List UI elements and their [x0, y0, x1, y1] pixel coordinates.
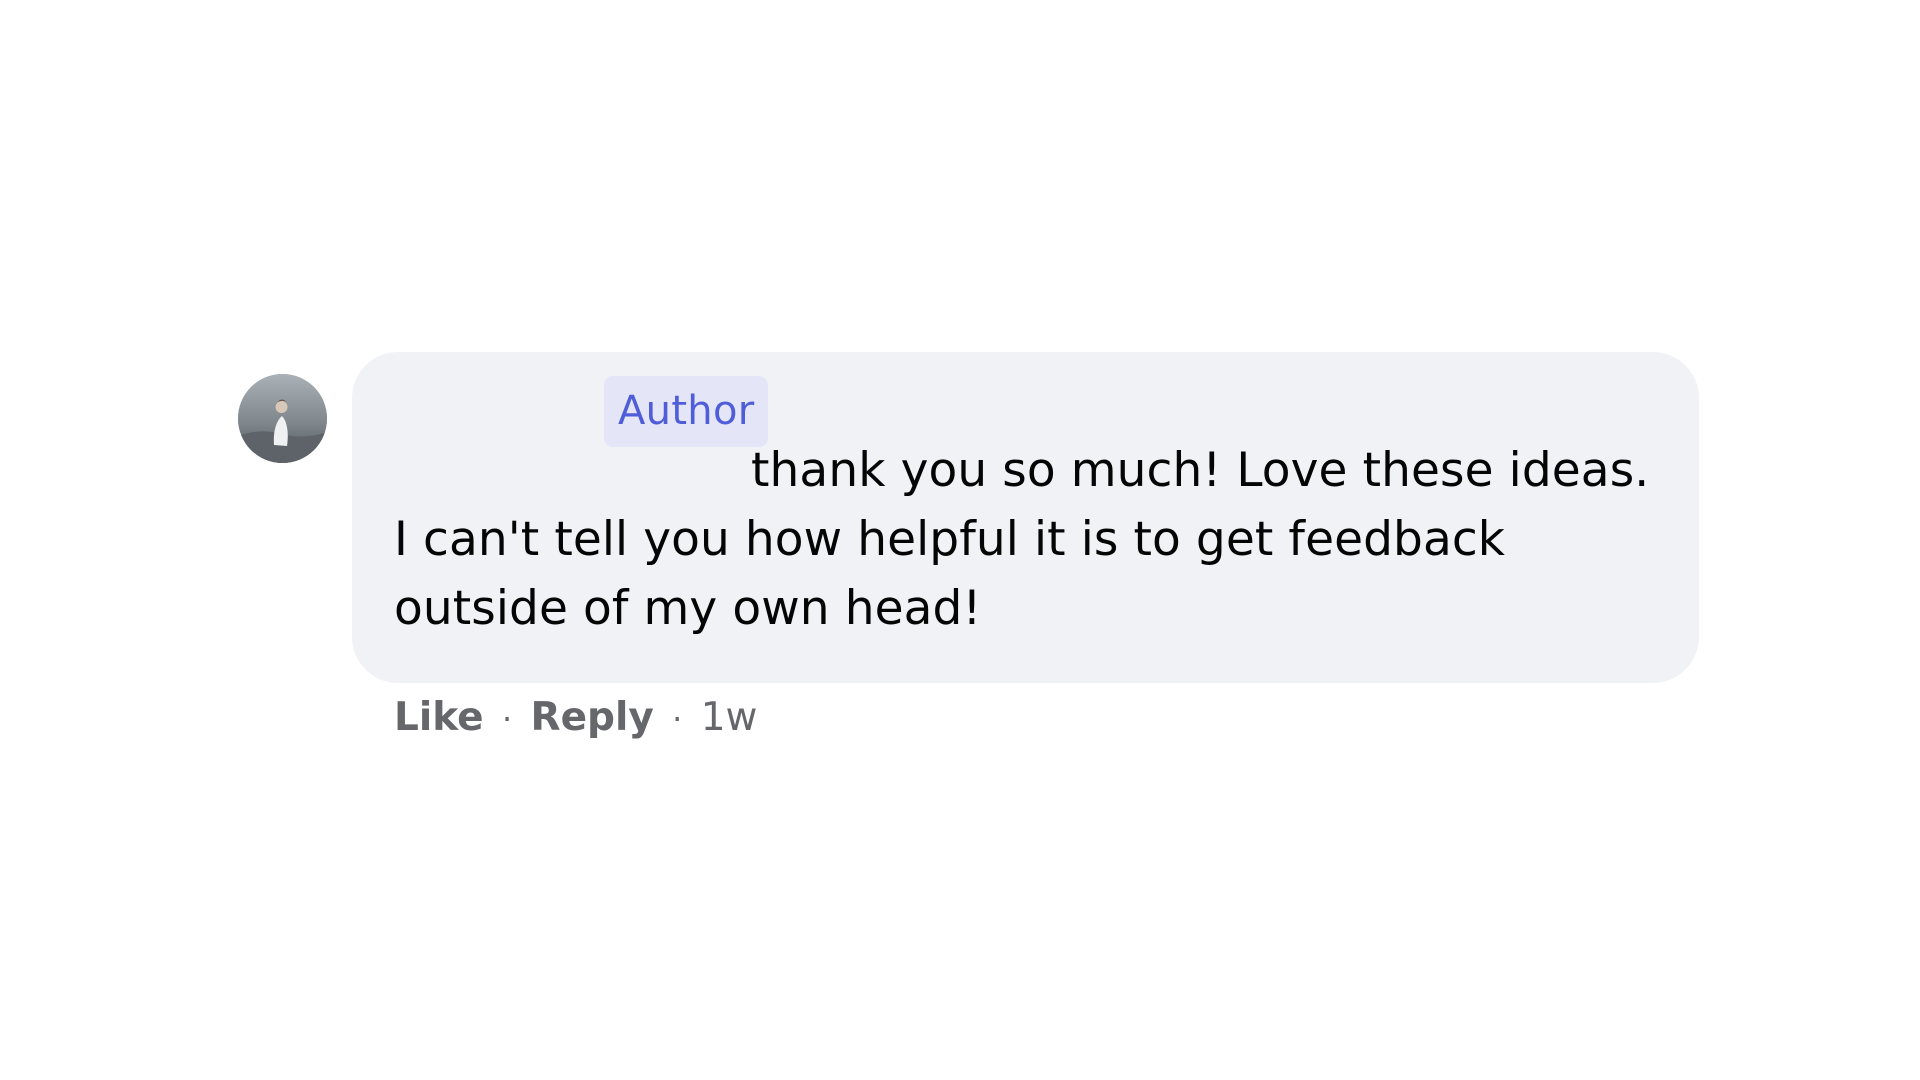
author-line: Author [394, 373, 1659, 447]
timestamp[interactable]: 1w [701, 695, 758, 740]
profile-photo-icon [238, 374, 327, 463]
comment-actions: Like · Reply · 1w [394, 691, 757, 746]
author-badge: Author [604, 376, 769, 447]
reply-button[interactable]: Reply [531, 695, 654, 740]
comment-bubble: Author thank you so much! Love these ide… [352, 352, 1699, 683]
comment-text: thank you so much! Love these ideas. I c… [394, 443, 1650, 636]
avatar[interactable] [238, 374, 327, 463]
separator: · [672, 700, 683, 738]
like-button[interactable]: Like [394, 695, 484, 740]
separator: · [501, 700, 513, 738]
